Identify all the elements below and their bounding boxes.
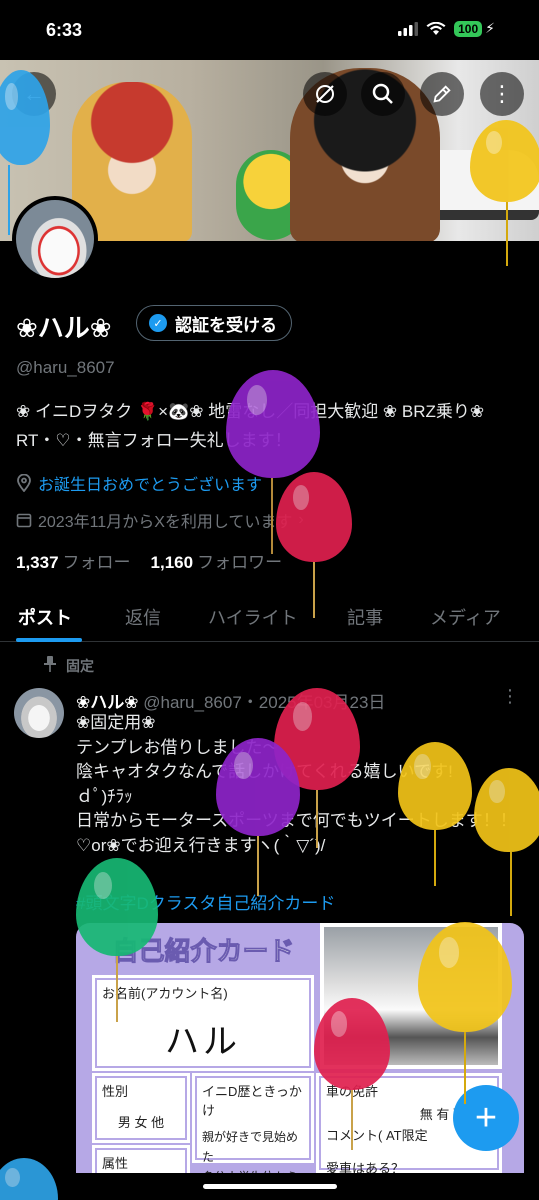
- card-reason-box: イニD歴ときっかけ 親が好きで見始めた 多分小学生位から: [192, 1073, 314, 1173]
- balloon-string: [257, 836, 259, 896]
- tab-posts[interactable]: ポスト: [18, 604, 72, 630]
- tab-replies[interactable]: 返信: [125, 604, 161, 630]
- card-name-value: ハル: [165, 1023, 241, 1061]
- calendar-icon: [16, 513, 32, 528]
- signal-icon: [398, 21, 419, 36]
- compose-post-button[interactable]: +: [453, 1085, 519, 1151]
- card-reason-label: イニD歴ときっかけ: [202, 1084, 302, 1118]
- eye-off-icon: [316, 85, 334, 103]
- balloon-string: [510, 852, 512, 916]
- balloon-string: [464, 1032, 466, 1104]
- balloon-string: [271, 478, 273, 554]
- battery-badge: 100: [454, 20, 483, 37]
- edit-button[interactable]: [420, 72, 464, 116]
- balloon-red-1: [276, 472, 352, 562]
- follow-stats: 1,337 フォロー 1,160 フォロワー: [16, 548, 282, 573]
- tab-highlights[interactable]: ハイライト: [208, 604, 298, 630]
- profile-tabs: ポスト 返信 ハイライト 記事 メディア: [0, 592, 539, 642]
- status-bar: 6:33 100 ⚡: [0, 0, 539, 60]
- active-tab-indicator: [16, 638, 82, 642]
- pinned-indicator: 固定: [44, 656, 94, 676]
- status-time: 6:33: [46, 20, 83, 40]
- post-author[interactable]: ❀ハル❀: [76, 693, 139, 712]
- wifi-icon: [426, 21, 446, 35]
- balloon-purple-1: [226, 370, 320, 478]
- display-name: ❀ハル❀: [16, 313, 112, 343]
- card-attr-box: 属性: [92, 1145, 190, 1173]
- pencil-icon: [433, 85, 451, 103]
- post-avatar[interactable]: [14, 688, 64, 738]
- hide-icon-button[interactable]: [303, 72, 347, 116]
- balloon-string: [506, 202, 508, 266]
- balloon-yellow-3: [474, 768, 539, 852]
- birthday-text[interactable]: お誕生日おめでとうございます: [38, 471, 262, 495]
- joined-row[interactable]: 2023年11月からXを利用しています ›: [16, 508, 304, 532]
- card-name-label: お名前(アカウント名): [102, 986, 228, 1001]
- card-car-label: 愛車はある？: [326, 1161, 405, 1173]
- balloon-string: [434, 830, 436, 886]
- followers-link[interactable]: 1,160 フォロワー: [151, 548, 283, 573]
- card-reason-text: 親が好きで見始めた 多分小学生位から: [202, 1130, 299, 1173]
- post-more-icon[interactable]: ⋮: [501, 686, 519, 707]
- verified-badge-icon: ✓: [149, 314, 167, 332]
- get-verified-label: 認証を受ける: [175, 315, 277, 335]
- card-gender-box: 性別 男 女 他: [92, 1073, 190, 1143]
- handle: @haru_8607: [16, 358, 115, 377]
- get-verified-button[interactable]: ✓ 認証を受ける: [136, 305, 292, 341]
- following-count: 1,337: [16, 553, 59, 572]
- balloon-string: [351, 1090, 353, 1150]
- search-button[interactable]: [361, 72, 405, 116]
- balloon-blue-2: [0, 1158, 58, 1200]
- pinned-label: 固定: [66, 658, 94, 674]
- charging-icon: ⚡: [485, 20, 495, 36]
- balloon-green-1: [76, 858, 158, 956]
- profile-avatar[interactable]: [12, 196, 98, 282]
- search-icon: [372, 83, 393, 104]
- status-icons: 100 ⚡: [398, 20, 495, 37]
- tab-media[interactable]: メディア: [430, 604, 501, 630]
- more-button[interactable]: ⋮: [480, 72, 524, 116]
- card-gender-options: 男 女 他: [117, 1115, 165, 1130]
- followers-label: フォロワー: [197, 553, 283, 572]
- plus-icon: +: [474, 1096, 498, 1139]
- card-attr-label: 属性: [102, 1156, 129, 1171]
- followers-count: 1,160: [150, 553, 194, 572]
- pin-icon: [44, 656, 56, 672]
- birthday-row: お誕生日おめでとうございます: [16, 471, 262, 495]
- balloon-yellow-1: [470, 120, 539, 202]
- balloon-string: [116, 956, 118, 1022]
- tab-articles[interactable]: 記事: [347, 604, 383, 630]
- home-indicator[interactable]: [203, 1184, 337, 1189]
- card-name-box: お名前(アカウント名) ハル: [92, 975, 314, 1071]
- card-gender-label: 性別: [102, 1084, 129, 1099]
- following-label: フォロー: [62, 553, 131, 572]
- balloon-string: [313, 562, 315, 618]
- balloon-string: [8, 165, 10, 235]
- more-vertical-icon: ⋮: [491, 81, 513, 106]
- joined-text: 2023年11月からXを利用しています: [38, 514, 293, 531]
- following-link[interactable]: 1,337 フォロー: [16, 548, 131, 573]
- location-pin-icon: [17, 474, 31, 492]
- balloon-string: [316, 790, 318, 848]
